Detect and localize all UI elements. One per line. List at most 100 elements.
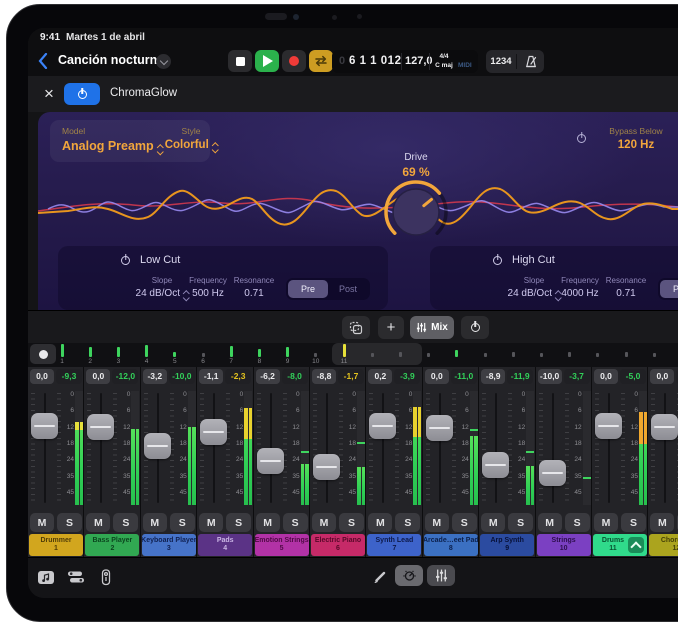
mixer-view-button[interactable] — [427, 565, 455, 586]
mute-button[interactable]: M — [594, 513, 618, 532]
channel-volume-readout[interactable]: 0,0 — [86, 369, 110, 384]
controls-view-button[interactable] — [395, 565, 423, 586]
mute-button[interactable]: M — [538, 513, 562, 532]
browser-button[interactable] — [34, 566, 58, 588]
close-plugin-button[interactable]: × — [38, 83, 60, 105]
channel-volume-readout[interactable]: -8,9 — [481, 369, 505, 384]
volume-fader[interactable] — [313, 454, 340, 480]
mute-button[interactable]: M — [650, 513, 674, 532]
volume-fader[interactable] — [200, 419, 227, 445]
track-name-bar[interactable]: Strings 10 — [537, 534, 591, 556]
volume-fader[interactable] — [369, 413, 396, 439]
bypass-power-icon[interactable] — [576, 133, 587, 144]
high-cut-resonance[interactable]: Resonance 0.71 — [602, 276, 650, 299]
channel-volume-readout[interactable]: 0,0 — [30, 369, 54, 384]
plugins-button[interactable] — [64, 566, 88, 588]
channel-volume-readout[interactable]: -1,1 — [199, 369, 223, 384]
connections-button[interactable] — [94, 566, 118, 588]
pre-button[interactable]: Pre — [660, 280, 678, 298]
plugin-power-button[interactable] — [64, 83, 100, 105]
song-menu-button[interactable] — [156, 54, 171, 69]
fader-scale-label: 24 — [512, 456, 525, 463]
stop-button[interactable] — [228, 50, 252, 72]
solo-button[interactable]: S — [113, 513, 138, 532]
fader-scale-label: 0 — [343, 391, 356, 398]
lcd-display[interactable]: 0 6 1 1 012 127,0 4/4C maj MIDI — [332, 50, 478, 73]
bypass-below-control[interactable]: Bypass Below 120 Hz — [598, 120, 674, 151]
solo-button[interactable]: S — [621, 513, 646, 532]
edit-button[interactable] — [368, 566, 392, 588]
low-cut-resonance[interactable]: Resonance 0.71 — [230, 276, 278, 299]
volume-fader[interactable] — [144, 433, 171, 459]
back-chevron-icon[interactable] — [38, 53, 48, 69]
low-cut-power-icon[interactable] — [120, 255, 131, 266]
mute-button[interactable]: M — [481, 513, 505, 532]
mixer-overview-strip[interactable]: 1234567891011 — [28, 343, 678, 367]
solo-button[interactable]: S — [508, 513, 533, 532]
channel-volume-readout[interactable]: -10,0 — [538, 369, 562, 384]
track-name-bar[interactable]: Drums 11 — [593, 534, 647, 556]
solo-button[interactable]: S — [283, 513, 308, 532]
track-name-bar[interactable]: Emotion Strings 5 — [255, 534, 309, 556]
track-name-bar[interactable]: Chorus V 12 — [649, 534, 678, 556]
channel-expand-button[interactable] — [628, 537, 644, 553]
volume-fader[interactable] — [31, 413, 58, 439]
channel-volume-readout[interactable]: -3,2 — [143, 369, 167, 384]
track-name-bar[interactable]: Arcade…eet Pad 8 — [424, 534, 478, 556]
volume-fader[interactable] — [257, 448, 284, 474]
solo-button[interactable]: S — [339, 513, 364, 532]
mixer-power-button[interactable] — [461, 316, 489, 339]
solo-button[interactable]: S — [395, 513, 420, 532]
track-name-bar[interactable]: Pads 4 — [198, 534, 252, 556]
channel-volume-readout[interactable]: 0,2 — [368, 369, 392, 384]
volume-fader[interactable] — [87, 414, 114, 440]
mute-button[interactable]: M — [256, 513, 280, 532]
pre-button[interactable]: Pre — [288, 280, 328, 298]
volume-fader[interactable] — [539, 460, 566, 486]
track-name-bar[interactable]: Synth Lead 7 — [367, 534, 421, 556]
mute-button[interactable]: M — [86, 513, 110, 532]
mute-button[interactable]: M — [425, 513, 449, 532]
volume-fader[interactable] — [426, 415, 453, 441]
channel-volume-readout[interactable]: -6,2 — [256, 369, 280, 384]
add-plugin-button[interactable]: + — [378, 316, 404, 339]
high-cut-frequency[interactable]: Frequency 4000 Hz — [556, 276, 604, 299]
post-button[interactable]: Post — [328, 280, 368, 298]
mute-button[interactable]: M — [30, 513, 54, 532]
mute-button[interactable]: M — [143, 513, 167, 532]
volume-fader[interactable] — [482, 452, 509, 478]
channel-volume-readout[interactable]: 0,0 — [650, 369, 674, 384]
style-selector[interactable]: Style Colorful — [146, 120, 236, 153]
channel-volume-readout[interactable]: -8,8 — [312, 369, 336, 384]
solo-button[interactable]: S — [226, 513, 251, 532]
solo-button[interactable]: S — [170, 513, 195, 532]
low-cut-frequency[interactable]: Frequency 500 Hz — [184, 276, 232, 299]
duplicate-button[interactable] — [342, 316, 370, 339]
mute-button[interactable]: M — [199, 513, 223, 532]
high-cut-power-icon[interactable] — [492, 255, 503, 266]
track-name-bar[interactable]: Arp Synth 9 — [480, 534, 534, 556]
song-title[interactable]: Canción nocturna — [58, 53, 164, 67]
channel-volume-readout[interactable]: 0,0 — [425, 369, 449, 384]
channel-volume-readout[interactable]: 0,0 — [594, 369, 618, 384]
drive-knob[interactable] — [382, 178, 450, 246]
solo-button[interactable]: S — [565, 513, 590, 532]
solo-button[interactable]: S — [452, 513, 477, 532]
play-button[interactable] — [255, 50, 279, 72]
count-in-button[interactable]: 1234 — [486, 50, 516, 73]
solo-button[interactable]: S — [57, 513, 82, 532]
overview-mini-meter — [455, 350, 458, 357]
track-name-bar[interactable]: Keyboard Player 3 — [142, 534, 196, 556]
mute-button[interactable]: M — [368, 513, 392, 532]
mix-view-button[interactable]: Mix — [410, 316, 454, 339]
track-name-bar[interactable]: Drummer 1 — [29, 534, 83, 556]
metronome-button[interactable] — [517, 50, 544, 73]
mute-button[interactable]: M — [312, 513, 336, 532]
volume-fader[interactable] — [595, 413, 622, 439]
record-button[interactable] — [282, 50, 306, 72]
cycle-button[interactable] — [309, 50, 333, 72]
waveform-display — [38, 165, 678, 249]
volume-fader[interactable] — [651, 414, 678, 440]
track-name-bar[interactable]: Bass Player 2 — [85, 534, 139, 556]
track-name-bar[interactable]: Electric Piano 6 — [311, 534, 365, 556]
